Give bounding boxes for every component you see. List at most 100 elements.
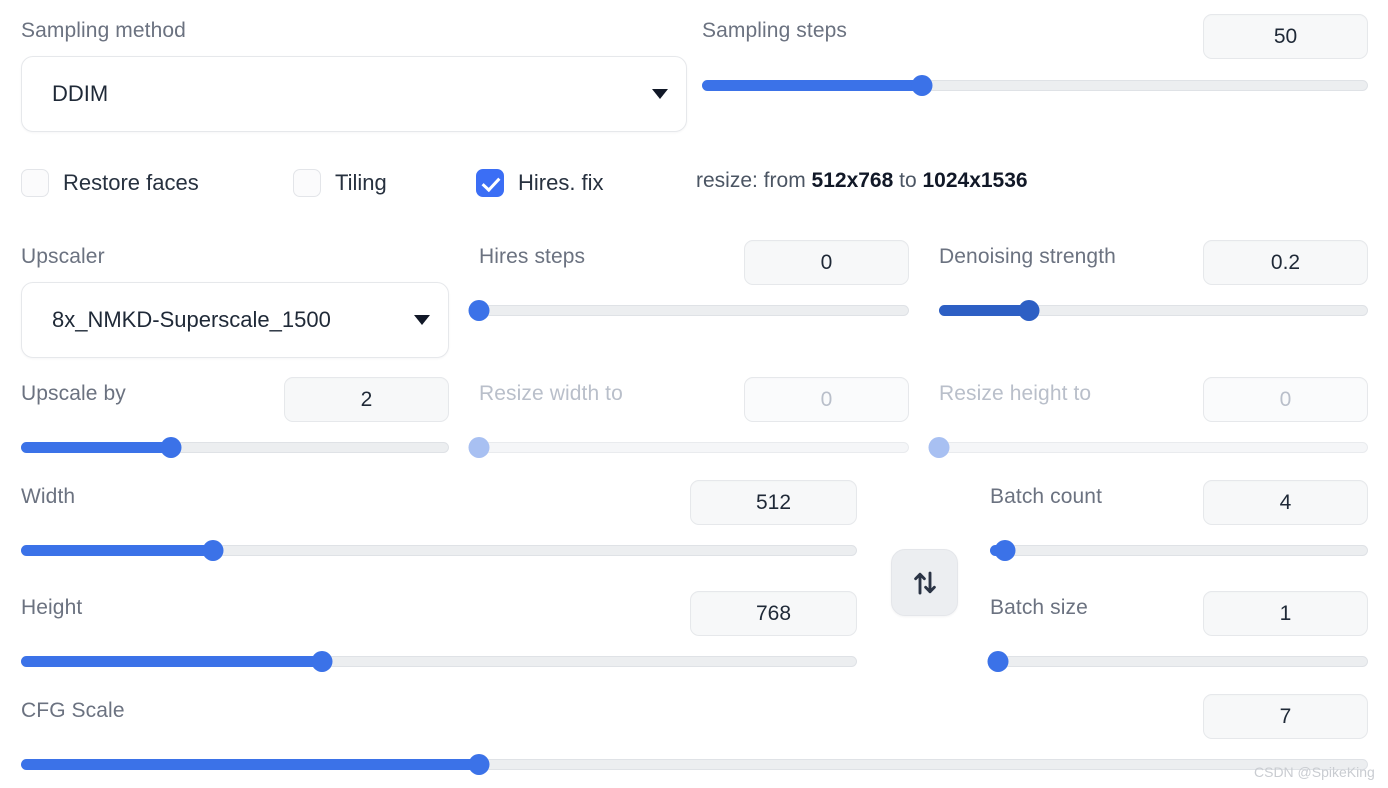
cfg-scale-value: 7 <box>1279 704 1292 728</box>
batch-size-input[interactable]: 1 <box>1203 591 1368 636</box>
upscale-by-input[interactable]: 2 <box>284 377 449 422</box>
cfg-scale-slider[interactable] <box>21 754 1368 775</box>
slider-thumb[interactable] <box>911 75 933 96</box>
denoising-strength-slider[interactable] <box>939 300 1368 321</box>
hires-steps-label: Hires steps <box>479 245 586 268</box>
slider-thumb[interactable] <box>160 437 182 458</box>
denoising-strength-value: 0.2 <box>1270 250 1301 274</box>
slider-thumb[interactable] <box>202 540 224 561</box>
upscale-by-value: 2 <box>360 387 373 411</box>
resize-width-label: Resize width to <box>479 382 623 405</box>
upscaler-label: Upscaler <box>21 245 105 268</box>
width-value: 512 <box>755 490 792 514</box>
resize-height-label: Resize height to <box>939 382 1092 405</box>
denoising-strength-input[interactable]: 0.2 <box>1203 240 1368 285</box>
slider-thumb[interactable] <box>987 651 1009 672</box>
batch-size-slider[interactable] <box>987 651 1368 672</box>
batch-size-label: Batch size <box>990 596 1088 619</box>
cfg-scale-label-wrap: CFG Scale <box>21 700 125 721</box>
resize-width-input[interactable]: 0 <box>744 377 909 422</box>
sampling-method-value: DDIM <box>52 81 109 106</box>
batch-size-label-wrap: Batch size <box>990 597 1088 618</box>
batch-count-slider[interactable] <box>990 540 1368 561</box>
slider-thumb[interactable] <box>1018 300 1040 321</box>
height-input[interactable]: 768 <box>690 591 857 636</box>
sampling-method-dropdown[interactable]: DDIM <box>21 56 687 132</box>
cfg-scale-label: CFG Scale <box>21 699 125 722</box>
height-value: 768 <box>755 601 792 625</box>
slider-track <box>479 305 909 316</box>
sampling-steps-input[interactable]: 50 <box>1203 14 1368 59</box>
hires-steps-label-wrap: Hires steps <box>479 246 585 267</box>
slider-fill <box>21 656 322 667</box>
slider-track <box>990 545 1368 556</box>
height-slider[interactable] <box>21 651 857 672</box>
resize-height-input[interactable]: 0 <box>1203 377 1368 422</box>
sampling-steps-label: Sampling steps <box>702 19 847 42</box>
width-slider[interactable] <box>21 540 857 561</box>
hires-steps-input[interactable]: 0 <box>744 240 909 285</box>
tiling-checkbox[interactable]: Tiling <box>293 169 387 197</box>
watermark-text: CSDN @SpikeKing <box>1254 764 1375 780</box>
height-label-wrap: Height <box>21 597 82 618</box>
resize-height-label-wrap: Resize height to <box>939 383 1091 404</box>
slider-track <box>939 442 1368 453</box>
slider-fill <box>21 442 171 453</box>
resize-to-value: 1024x1536 <box>922 169 1028 192</box>
resize-width-label-wrap: Resize width to <box>479 383 623 404</box>
chevron-down-icon <box>414 315 430 325</box>
slider-thumb[interactable] <box>468 754 490 775</box>
sampling-method-label-wrap: Sampling method <box>21 20 186 41</box>
width-label: Width <box>21 485 76 508</box>
upscaler-label-wrap: Upscaler <box>21 246 105 267</box>
restore-faces-checkbox[interactable]: Restore faces <box>21 169 199 197</box>
slider-fill <box>939 305 1030 316</box>
batch-count-label: Batch count <box>990 485 1103 508</box>
slider-thumb[interactable] <box>468 437 490 458</box>
slider-fill <box>21 545 214 556</box>
slider-thumb[interactable] <box>994 540 1016 561</box>
resize-from-value: 512x768 <box>811 169 894 192</box>
denoising-strength-label: Denoising strength <box>939 245 1116 268</box>
hires-steps-value: 0 <box>820 250 833 274</box>
upscaler-dropdown[interactable]: 8x_NMKD-Superscale_1500 <box>21 282 449 358</box>
tiling-label: Tiling <box>335 170 387 195</box>
upscale-by-slider[interactable] <box>21 437 449 458</box>
resize-width-value: 0 <box>820 387 833 411</box>
slider-track <box>479 442 909 453</box>
checkbox-box-hires-fix[interactable] <box>476 169 504 197</box>
sampling-steps-label-wrap: Sampling steps <box>702 20 847 41</box>
swap-width-height-button[interactable] <box>891 549 958 616</box>
batch-size-value: 1 <box>1279 601 1292 625</box>
resize-middle: to <box>893 169 923 192</box>
checkbox-box-restore-faces[interactable] <box>21 169 49 197</box>
denoising-strength-label-wrap: Denoising strength <box>939 246 1116 267</box>
restore-faces-label: Restore faces <box>63 170 199 195</box>
hires-steps-slider[interactable] <box>468 300 909 321</box>
slider-thumb[interactable] <box>928 437 950 458</box>
slider-fill <box>702 80 922 91</box>
batch-count-label-wrap: Batch count <box>990 486 1102 507</box>
slider-thumb[interactable] <box>311 651 333 672</box>
upscaler-value: 8x_NMKD-Superscale_1500 <box>52 307 331 332</box>
upscale-by-label-wrap: Upscale by <box>21 383 126 404</box>
slider-track <box>990 656 1368 667</box>
resize-height-slider[interactable] <box>928 437 1368 458</box>
resize-width-slider[interactable] <box>468 437 909 458</box>
checkbox-box-tiling[interactable] <box>293 169 321 197</box>
batch-count-input[interactable]: 4 <box>1203 480 1368 525</box>
hires-fix-checkbox[interactable]: Hires. fix <box>476 169 604 197</box>
txt2img-generation-parameters-panel: Sampling method DDIM Sampling steps 50 R… <box>0 0 1388 788</box>
slider-thumb[interactable] <box>468 300 490 321</box>
width-input[interactable]: 512 <box>690 480 857 525</box>
batch-count-value: 4 <box>1279 490 1292 514</box>
cfg-scale-input[interactable]: 7 <box>1203 694 1368 739</box>
swap-vertical-arrows-icon <box>913 571 936 594</box>
sampling-steps-value: 50 <box>1273 24 1298 48</box>
upscale-by-label: Upscale by <box>21 382 126 405</box>
resize-prefix: resize: from <box>696 169 812 192</box>
sampling-steps-slider[interactable] <box>702 75 1368 96</box>
chevron-down-icon <box>652 89 668 99</box>
resize-summary-text: resize: from 512x768 to 1024x1536 <box>696 169 1028 193</box>
resize-height-value: 0 <box>1279 387 1292 411</box>
